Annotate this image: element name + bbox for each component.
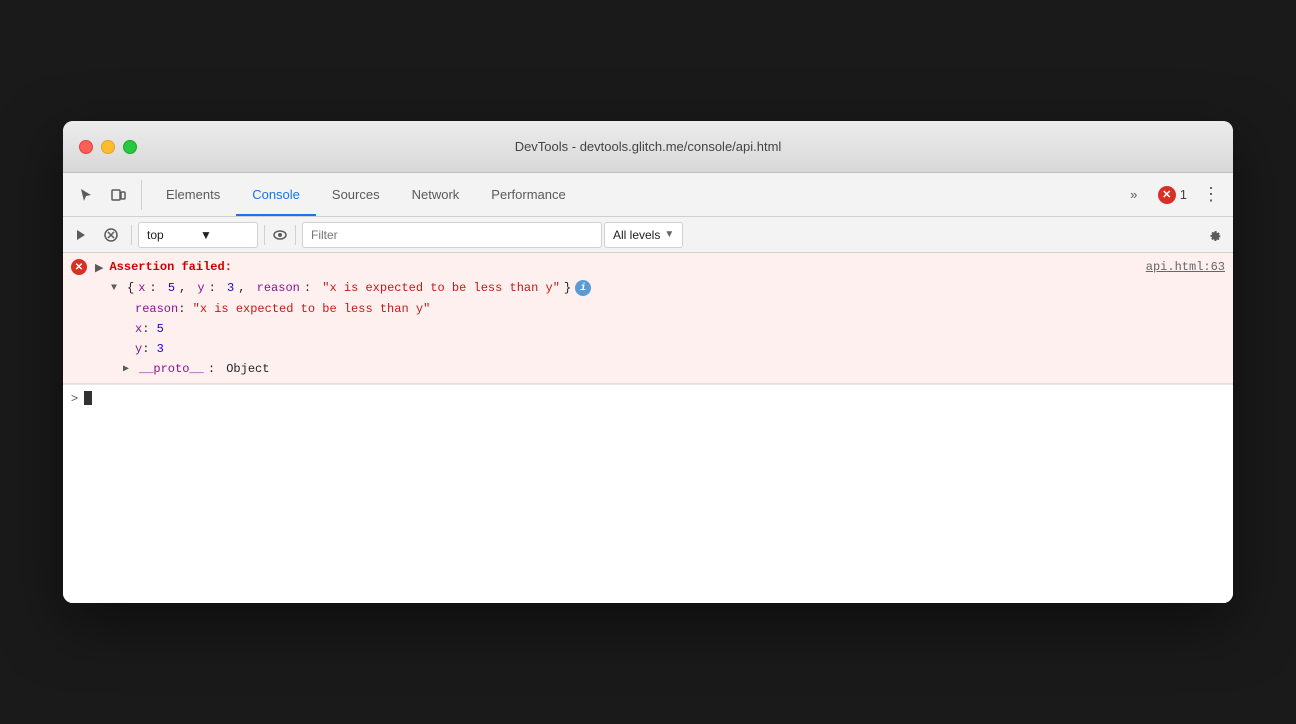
- toolbar-divider-3: [295, 225, 296, 245]
- tab-elements[interactable]: Elements: [150, 173, 236, 216]
- error-left: ✕ ▶ Assertion failed:: [71, 259, 232, 275]
- levels-selector[interactable]: All levels ▼: [604, 222, 683, 248]
- toolbar-divider: [131, 225, 132, 245]
- prop-y: y : 3: [111, 339, 1225, 359]
- levels-arrow: ▼: [664, 229, 674, 240]
- console-output: ✕ ▶ Assertion failed: api.html:63 ▼ { x …: [63, 253, 1233, 603]
- tab-console[interactable]: Console: [236, 173, 316, 216]
- minimize-button[interactable]: [101, 140, 115, 154]
- tabs-list: Elements Console Sources Network Perform…: [150, 173, 1120, 216]
- obj-info-icon[interactable]: i: [575, 280, 591, 296]
- filter-input-wrapper: [302, 222, 602, 248]
- window-title: DevTools - devtools.glitch.me/console/ap…: [515, 139, 782, 154]
- obj-header-line: ▼ { x : 5 , y : 3 , reason : "x is expec…: [111, 277, 1225, 299]
- prop-x: x : 5: [111, 319, 1225, 339]
- toolbar-divider-2: [264, 225, 265, 245]
- console-cursor: [84, 391, 92, 405]
- error-circle-icon: ✕: [71, 259, 87, 275]
- console-settings-button[interactable]: [1201, 221, 1229, 249]
- error-title: Assertion failed:: [109, 260, 231, 274]
- context-selector[interactable]: top ▼: [138, 222, 258, 248]
- input-prompt[interactable]: >: [71, 391, 78, 405]
- cursor-icon-button[interactable]: [71, 180, 101, 210]
- execute-context-button[interactable]: [67, 221, 95, 249]
- object-tree: ▼ { x : 5 , y : 3 , reason : "x is expec…: [71, 277, 1225, 379]
- tabs-right: » ✕ 1 ⋮: [1120, 181, 1225, 209]
- filter-input[interactable]: [311, 228, 593, 242]
- live-expression-button[interactable]: [271, 226, 289, 244]
- tab-network[interactable]: Network: [396, 173, 476, 216]
- devtools-icons: [71, 180, 142, 210]
- console-input-row: >: [63, 384, 1233, 411]
- devtools-panel: Elements Console Sources Network Perform…: [63, 173, 1233, 603]
- error-badge[interactable]: ✕ 1: [1152, 184, 1193, 206]
- console-toolbar: top ▼ All levels ▼: [63, 217, 1233, 253]
- context-arrow: ▼: [200, 228, 249, 242]
- error-line-1: ✕ ▶ Assertion failed: api.html:63: [71, 257, 1225, 277]
- devtools-window: DevTools - devtools.glitch.me/console/ap…: [63, 121, 1233, 603]
- close-button[interactable]: [79, 140, 93, 154]
- prop-reason: reason : "x is expected to be less than …: [111, 299, 1225, 319]
- tabs-bar: Elements Console Sources Network Perform…: [63, 173, 1233, 217]
- more-tabs-button[interactable]: »: [1120, 181, 1148, 209]
- devtools-menu-button[interactable]: ⋮: [1197, 181, 1225, 209]
- maximize-button[interactable]: [123, 140, 137, 154]
- clear-console-button[interactable]: [97, 221, 125, 249]
- error-badge-icon: ✕: [1158, 186, 1176, 204]
- expand-arrow[interactable]: ▶: [95, 261, 103, 274]
- error-count: 1: [1180, 187, 1187, 202]
- traffic-lights: [79, 140, 137, 154]
- error-location[interactable]: api.html:63: [1146, 260, 1225, 274]
- tab-sources[interactable]: Sources: [316, 173, 396, 216]
- console-error-row: ✕ ▶ Assertion failed: api.html:63 ▼ { x …: [63, 253, 1233, 384]
- device-toggle-button[interactable]: [103, 180, 133, 210]
- proto-line: ▶ __proto__ : Object: [111, 359, 1225, 379]
- proto-expand-arrow[interactable]: ▶: [123, 362, 135, 377]
- tab-performance[interactable]: Performance: [475, 173, 581, 216]
- obj-collapse-arrow[interactable]: ▼: [111, 281, 123, 296]
- titlebar: DevTools - devtools.glitch.me/console/ap…: [63, 121, 1233, 173]
